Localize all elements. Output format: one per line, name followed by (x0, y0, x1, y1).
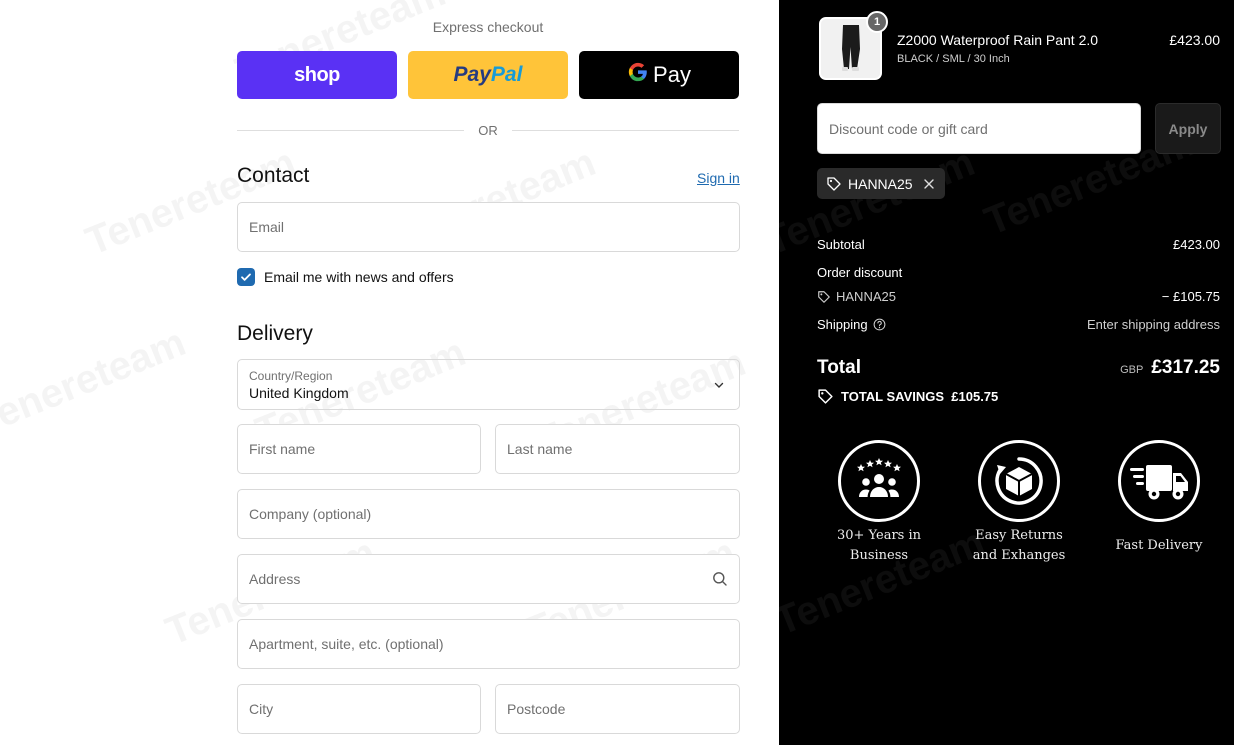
help-icon[interactable] (873, 318, 886, 331)
shipping-row: Shipping Enter shipping address (817, 317, 1220, 332)
watermark: Tenereteam (0, 320, 192, 445)
city-field[interactable] (237, 684, 481, 734)
delivery-heading: Delivery (237, 322, 313, 345)
sign-in-link[interactable]: Sign in (697, 170, 740, 186)
order-discount-label: Order discount (817, 265, 903, 280)
discount-code-row: HANNA25 − £105.75 (817, 289, 1220, 304)
badge-easy-returns: Easy Returns and Exhanges (939, 440, 1099, 566)
last-name-field[interactable] (495, 424, 740, 474)
company-input[interactable] (249, 506, 728, 522)
subtotal-value: £423.00 (1173, 237, 1220, 252)
applied-code-label: HANNA25 (848, 175, 913, 192)
google-pay-label: Pay (653, 62, 691, 87)
badge-caption-line2: Business (849, 548, 909, 563)
shipping-value: Enter shipping address (1087, 317, 1220, 332)
city-input[interactable] (249, 701, 469, 717)
badge-caption-line1: 30+ Years in (836, 528, 921, 543)
discount-field[interactable] (817, 103, 1141, 154)
express-checkout-title: Express checkout (432, 19, 544, 35)
order-discount-row: Order discount (817, 265, 1220, 280)
apartment-field[interactable] (237, 619, 740, 669)
checkout-form-panel: Tenereteam Tenereteam Tenereteam Teneret… (0, 0, 779, 745)
address-field[interactable] (237, 554, 740, 604)
subtotal-label: Subtotal (817, 237, 865, 252)
quantity-badge: 1 (866, 11, 888, 33)
discount-input[interactable] (829, 120, 1129, 137)
subtotal-row: Subtotal £423.00 (817, 237, 1220, 252)
total-label: Total (817, 357, 861, 378)
shipping-label: Shipping (817, 317, 868, 332)
shop-pay-label: shop (294, 63, 340, 86)
news-offers-checkbox[interactable] (237, 268, 255, 286)
total-currency: GBP (1120, 364, 1144, 376)
discount-code-label: HANNA25 (836, 289, 896, 304)
news-offers-option[interactable]: Email me with news and offers (237, 268, 454, 286)
badge-caption-line2: and Exhanges (972, 548, 1066, 563)
shop-pay-button[interactable]: shop (237, 51, 397, 99)
product-price: £423.00 (1169, 32, 1220, 48)
divider-line (511, 130, 739, 131)
discount-value: − £105.75 (1161, 289, 1220, 304)
badge-years-in-business: 30+ Years in Business (799, 440, 959, 566)
badge-caption-line1: Easy Returns (975, 528, 1063, 543)
country-label: Country/Region (249, 369, 333, 383)
postcode-field[interactable] (495, 684, 740, 734)
last-name-input[interactable] (507, 441, 728, 457)
email-input[interactable] (249, 219, 728, 235)
country-value: United Kingdom (249, 385, 349, 401)
chevron-down-icon (713, 378, 725, 396)
email-field[interactable] (237, 202, 740, 252)
paypal-button[interactable]: Pay Pal (408, 51, 568, 99)
search-icon[interactable] (712, 571, 728, 587)
badge-caption: 30+ Years in Business (799, 526, 959, 566)
product-name: Z2000 Waterproof Rain Pant 2.0 (897, 32, 1099, 48)
or-divider: OR (237, 123, 739, 138)
paypal-label-part1: Pay (453, 63, 491, 86)
postcode-input[interactable] (507, 701, 728, 717)
product-variant: BLACK / SML / 30 Inch (897, 53, 1010, 65)
apartment-input[interactable] (249, 636, 728, 652)
news-offers-label: Email me with news and offers (264, 269, 454, 285)
apply-discount-button[interactable]: Apply (1155, 103, 1221, 154)
badge-caption: Easy Returns and Exhanges (939, 526, 1099, 566)
checkmark-icon (241, 273, 251, 281)
country-select[interactable]: Country/Region United Kingdom (237, 359, 740, 410)
total-value: GBP £317.25 (1120, 357, 1220, 379)
google-pay-button[interactable]: Pay (579, 51, 739, 99)
divider-line (237, 130, 465, 131)
total-amount: £317.25 (1151, 357, 1220, 378)
company-field[interactable] (237, 489, 740, 539)
badge-caption-line1: Fast Delivery (1115, 538, 1203, 553)
or-label: OR (478, 123, 498, 138)
first-name-input[interactable] (249, 441, 469, 457)
delivery-truck-icon (1118, 440, 1200, 522)
tag-icon (826, 176, 842, 192)
total-savings: TOTAL SAVINGS £105.75 (817, 388, 998, 405)
first-name-field[interactable] (237, 424, 481, 474)
address-input[interactable] (249, 571, 712, 587)
box-return-icon (978, 440, 1060, 522)
applied-discount-chip: HANNA25 (817, 168, 945, 199)
tag-icon (817, 388, 834, 405)
order-summary-panel: Tenereteam Tenereteam Tenereteam 1 Z2000… (779, 0, 1234, 745)
google-g-icon (627, 61, 649, 89)
badge-fast-delivery: Fast Delivery (1079, 440, 1234, 556)
total-savings-label: TOTAL SAVINGS £105.75 (841, 389, 999, 404)
tag-icon (817, 290, 831, 304)
people-stars-icon (838, 440, 920, 522)
badge-caption: Fast Delivery (1079, 536, 1234, 556)
paypal-label-part2: Pal (490, 63, 523, 86)
remove-discount-icon[interactable] (923, 178, 935, 190)
contact-heading: Contact (237, 164, 310, 187)
